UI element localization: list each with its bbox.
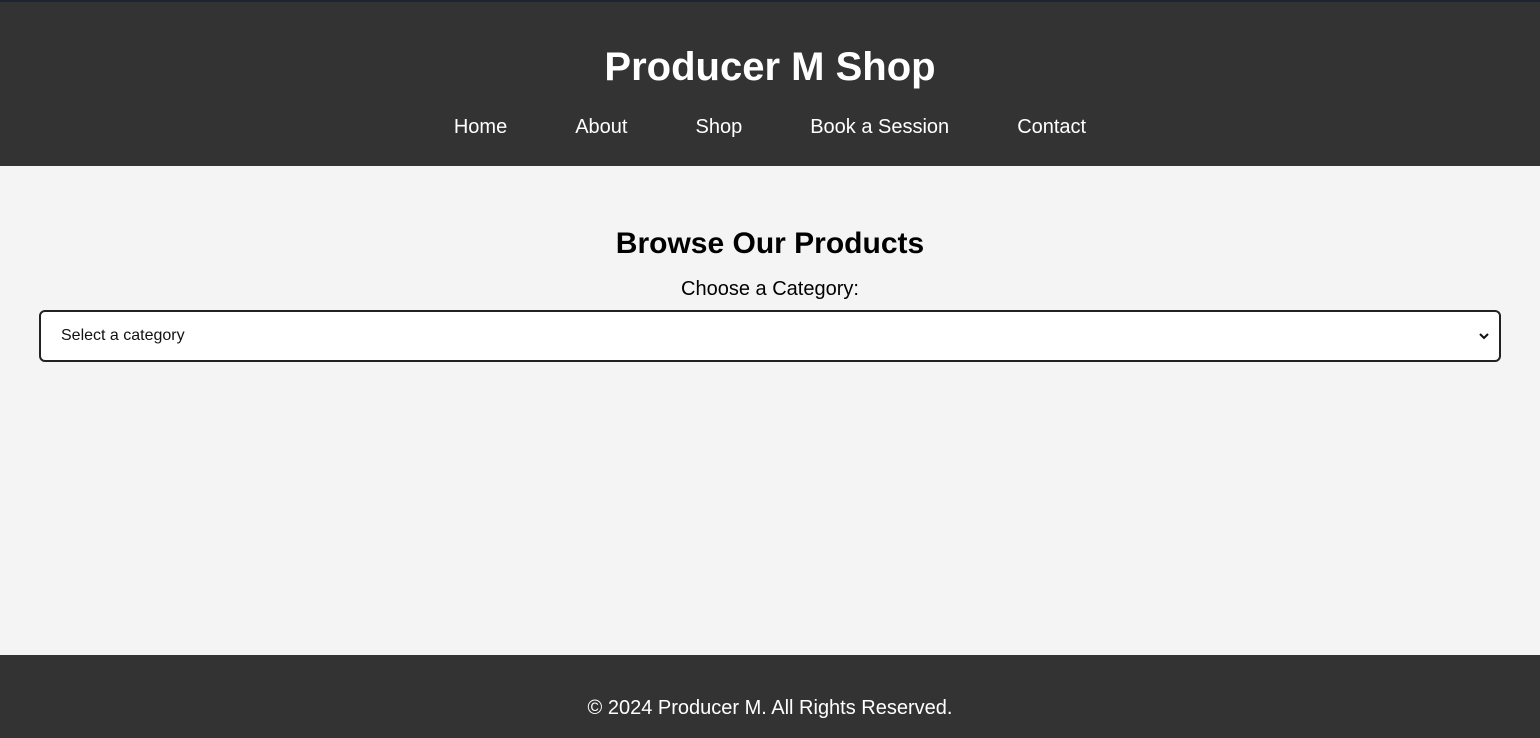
category-select-value: Select a category — [61, 327, 185, 344]
nav-book-session[interactable]: Book a Session — [810, 115, 949, 139]
site-title: Producer M Shop — [604, 45, 936, 89]
page-title: Browse Our Products — [615, 227, 925, 260]
products-section: Browse Our Products Choose a Category: S… — [0, 166, 1540, 362]
category-label: Choose a Category: — [681, 278, 859, 300]
nav-about[interactable]: About — [575, 115, 627, 139]
site-footer: © 2024 Producer M. All Rights Reserved. — [0, 655, 1540, 738]
chevron-down-icon — [1479, 333, 1489, 340]
main-nav: Home About Shop Book a Session Contact — [0, 115, 1540, 139]
nav-shop[interactable]: Shop — [695, 115, 742, 139]
category-select[interactable]: Select a category — [39, 310, 1501, 362]
nav-home[interactable]: Home — [454, 115, 507, 139]
nav-contact[interactable]: Contact — [1017, 115, 1086, 139]
copyright-text: © 2024 Producer M. All Rights Reserved. — [587, 697, 953, 719]
site-header: Producer M Shop Home About Shop Book a S… — [0, 2, 1540, 166]
